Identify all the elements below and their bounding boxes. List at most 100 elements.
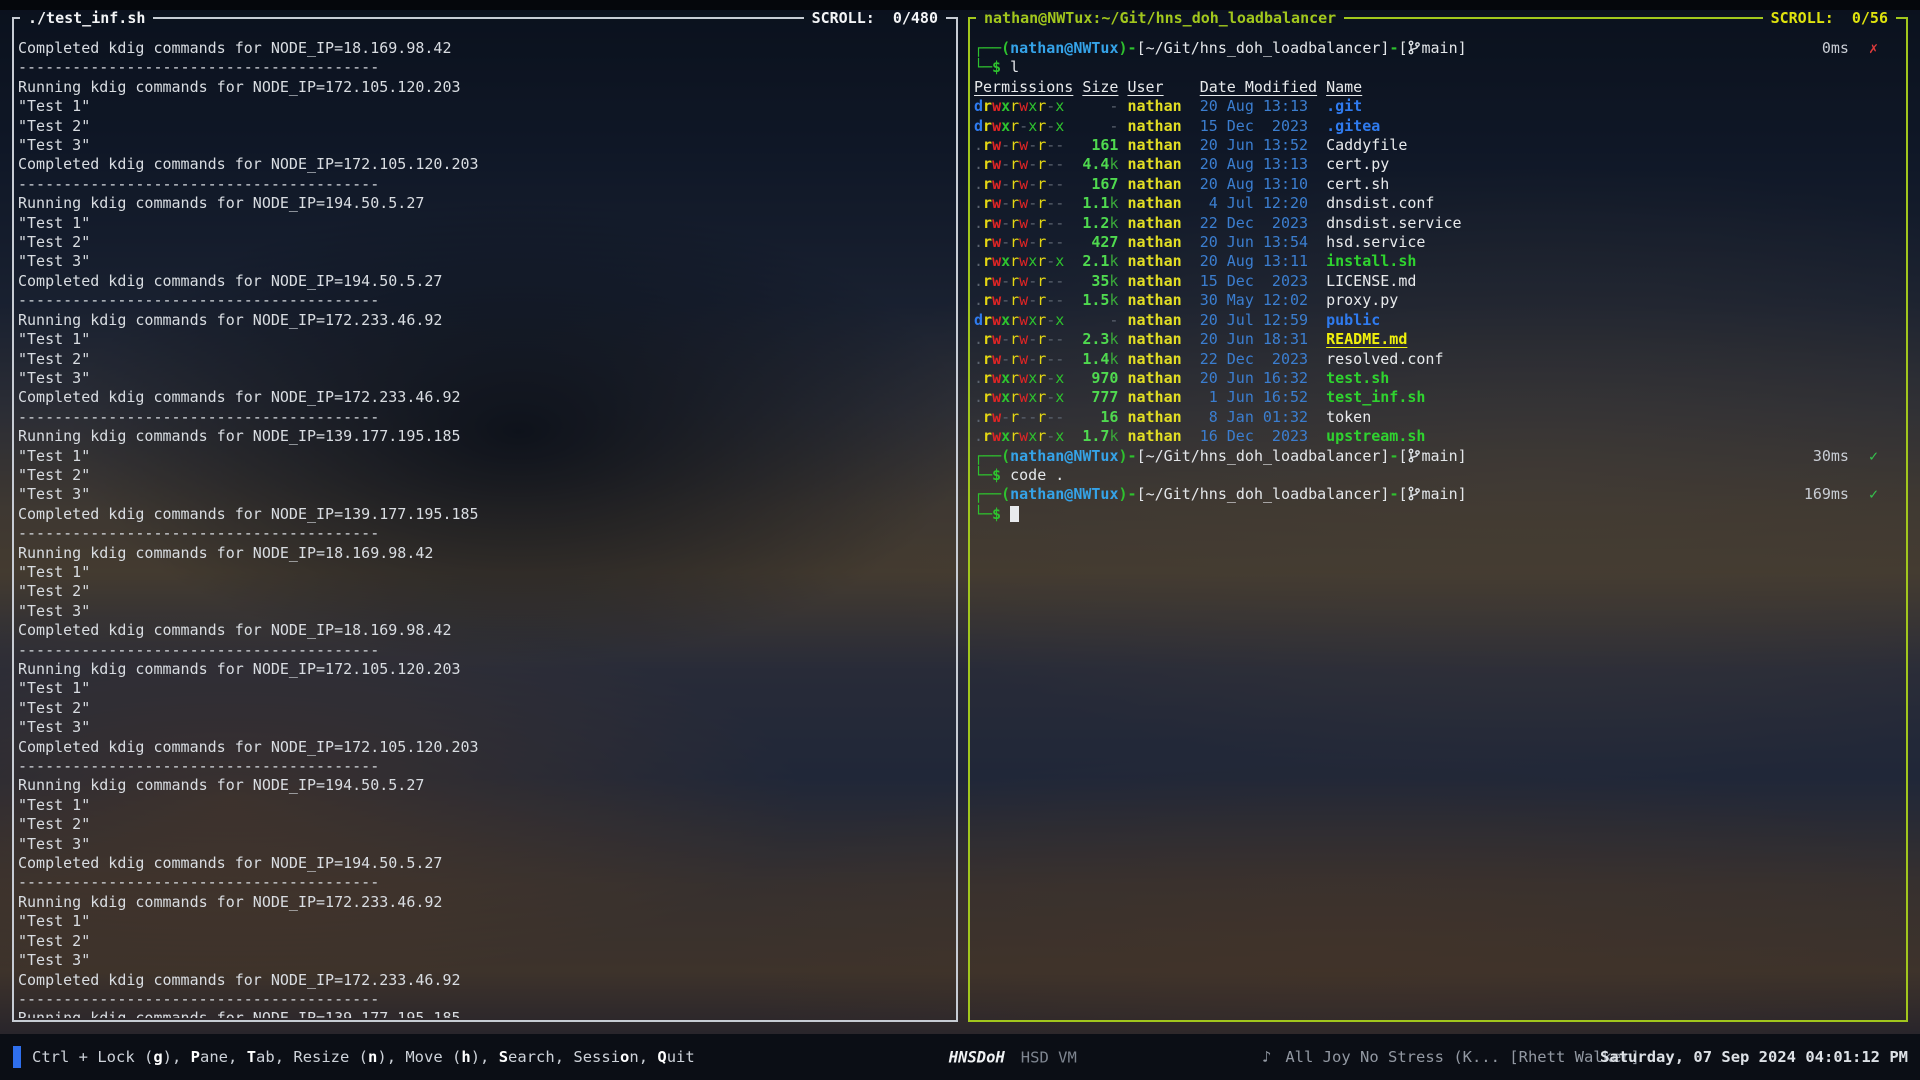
file-name[interactable]: test.sh	[1326, 369, 1389, 388]
file-size: 167	[1082, 175, 1118, 194]
file-name[interactable]: .git	[1326, 97, 1362, 116]
file-date: 20 Jun 13:52	[1200, 136, 1317, 155]
file-row: .rw-rw-r-- 1.4k nathan 22 Dec 2023 resol…	[974, 350, 1902, 369]
file-date: 20 Jun 13:54	[1200, 233, 1317, 252]
file-size: 777	[1082, 388, 1118, 407]
pane-right-scroll-indicator: SCROLL: 0/56	[1763, 9, 1896, 27]
file-name[interactable]: cert.sh	[1326, 175, 1389, 194]
file-row: .rw-rw-r-- 4.4k nathan 20 Aug 13:13 cert…	[974, 155, 1902, 174]
file-permissions: .rwxrwxr-x	[974, 388, 1073, 407]
host-label: HSD VM	[1021, 1049, 1077, 1067]
file-size: 1.1k	[1082, 194, 1118, 213]
output-line: Completed kdig commands for NODE_IP=18.1…	[18, 39, 952, 58]
file-row: drwxr-xr-x - nathan 15 Dec 2023 .gitea	[974, 117, 1902, 136]
output-line: "Test 3"	[18, 718, 952, 737]
output-line: "Test 2"	[18, 350, 952, 369]
file-user: nathan	[1127, 427, 1181, 446]
status-bar: Ctrl + Lock (g), Pane, Tab, Resize (n), …	[0, 1034, 1920, 1080]
file-user: nathan	[1127, 369, 1181, 388]
file-name[interactable]: install.sh	[1326, 252, 1416, 271]
file-name[interactable]: README.md	[1326, 330, 1407, 349]
file-date: 20 Aug 13:13	[1200, 155, 1317, 174]
file-name[interactable]: public	[1326, 311, 1380, 330]
output-line: ----------------------------------------	[18, 524, 952, 543]
file-date: 20 Jun 18:31	[1200, 330, 1317, 349]
file-name[interactable]: resolved.conf	[1326, 350, 1443, 369]
file-row: .rw-rw-r-- 2.3k nathan 20 Jun 18:31 READ…	[974, 330, 1902, 349]
file-permissions: .rw-rw-r--	[974, 214, 1073, 233]
file-permissions: .rw-rw-r--	[974, 272, 1073, 291]
command-line: └─$	[974, 505, 1902, 524]
output-line: Running kdig commands for NODE_IP=139.17…	[18, 1009, 952, 1018]
file-name[interactable]: cert.py	[1326, 155, 1389, 174]
git-branch-icon	[1408, 40, 1420, 55]
output-line: "Test 2"	[18, 117, 952, 136]
file-user: nathan	[1127, 408, 1181, 427]
file-name[interactable]: upstream.sh	[1326, 427, 1425, 446]
output-line: ----------------------------------------	[18, 58, 952, 77]
output-line: Completed kdig commands for NODE_IP=194.…	[18, 854, 952, 873]
datetime: Saturday, 07 Sep 2024 04:01:12 PM	[1600, 1048, 1908, 1066]
command-line: └─$ l	[974, 58, 1902, 77]
listing-header: Permissions Size User Date Modified Name	[974, 78, 1902, 97]
file-row: .rw-rw-r-- 1.1k nathan 4 Jul 12:20 dnsdi…	[974, 194, 1902, 213]
output-line: "Test 2"	[18, 699, 952, 718]
file-name[interactable]: token	[1326, 408, 1371, 427]
pane-right-terminal[interactable]: ┌──(nathan@NWTux)-[~/Git/hns_doh_loadbal…	[974, 28, 1902, 1018]
file-size: -	[1082, 311, 1118, 330]
file-date: 15 Dec 2023	[1200, 272, 1317, 291]
file-name[interactable]: dnsdist.service	[1326, 214, 1461, 233]
file-name[interactable]: proxy.py	[1326, 291, 1398, 310]
pane-left-scroll-indicator: SCROLL: 0/480	[804, 9, 946, 27]
output-line: Running kdig commands for NODE_IP=139.17…	[18, 427, 952, 446]
file-name[interactable]: dnsdist.conf	[1326, 194, 1434, 213]
file-user: nathan	[1127, 214, 1181, 233]
file-permissions: .rw-rw-r--	[974, 330, 1073, 349]
output-line: "Test 1"	[18, 214, 952, 233]
pane-left-test-script[interactable]: ./test_inf.sh SCROLL: 0/480 Completed kd…	[12, 8, 958, 1022]
file-date: 22 Dec 2023	[1200, 214, 1317, 233]
file-row: .rwxrwxr-x 970 nathan 20 Jun 16:32 test.…	[974, 369, 1902, 388]
output-line: Running kdig commands for NODE_IP=172.10…	[18, 78, 952, 97]
file-user: nathan	[1127, 272, 1181, 291]
file-permissions: drwxrwxr-x	[974, 97, 1073, 116]
file-user: nathan	[1127, 233, 1181, 252]
git-branch-icon	[1408, 448, 1420, 463]
now-playing-title: All Joy No Stress (K... [Rhett Walker]	[1285, 1048, 1640, 1066]
output-line: "Test 2"	[18, 932, 952, 951]
file-permissions: drwxr-xr-x	[974, 117, 1073, 136]
file-name[interactable]: hsd.service	[1326, 233, 1425, 252]
file-row: .rwxrwxr-x 777 nathan 1 Jun 16:52 test_i…	[974, 388, 1902, 407]
file-user: nathan	[1127, 194, 1181, 213]
file-name[interactable]: .gitea	[1326, 117, 1380, 136]
output-line: "Test 1"	[18, 912, 952, 931]
file-permissions: .rw-rw-r--	[974, 291, 1073, 310]
file-name[interactable]: LICENSE.md	[1326, 272, 1416, 291]
file-date: 20 Jun 16:32	[1200, 369, 1317, 388]
output-line: "Test 1"	[18, 330, 952, 349]
file-name[interactable]: test_inf.sh	[1326, 388, 1425, 407]
pane-right-title: nathan@NWTux:~/Git/hns_doh_loadbalancer	[976, 9, 1344, 27]
command-duration: 0ms✗	[1822, 39, 1878, 58]
file-date: 15 Dec 2023	[1200, 117, 1317, 136]
file-permissions: .rw-r--r--	[974, 408, 1073, 427]
file-size: 2.3k	[1082, 330, 1118, 349]
file-size: 427	[1082, 233, 1118, 252]
output-line: ----------------------------------------	[18, 873, 952, 892]
file-permissions: .rw-rw-r--	[974, 155, 1073, 174]
file-permissions: drwxrwxr-x	[974, 311, 1073, 330]
output-line: "Test 3"	[18, 951, 952, 970]
pane-right-shell[interactable]: nathan@NWTux:~/Git/hns_doh_loadbalancer …	[968, 8, 1908, 1022]
file-row: drwxrwxr-x - nathan 20 Jul 12:59 public	[974, 311, 1902, 330]
file-date: 8 Jan 01:32	[1200, 408, 1317, 427]
file-name[interactable]: Caddyfile	[1326, 136, 1407, 155]
file-user: nathan	[1127, 252, 1181, 271]
output-line: Running kdig commands for NODE_IP=172.23…	[18, 311, 952, 330]
file-date: 4 Jul 12:20	[1200, 194, 1317, 213]
terminal-cursor[interactable]	[1010, 506, 1019, 522]
file-size: 1.5k	[1082, 291, 1118, 310]
output-line: "Test 3"	[18, 835, 952, 854]
file-date: 1 Jun 16:52	[1200, 388, 1317, 407]
keybind-hints: Ctrl + Lock (g), Pane, Tab, Resize (n), …	[32, 1048, 695, 1066]
file-permissions: .rw-rw-r--	[974, 175, 1073, 194]
